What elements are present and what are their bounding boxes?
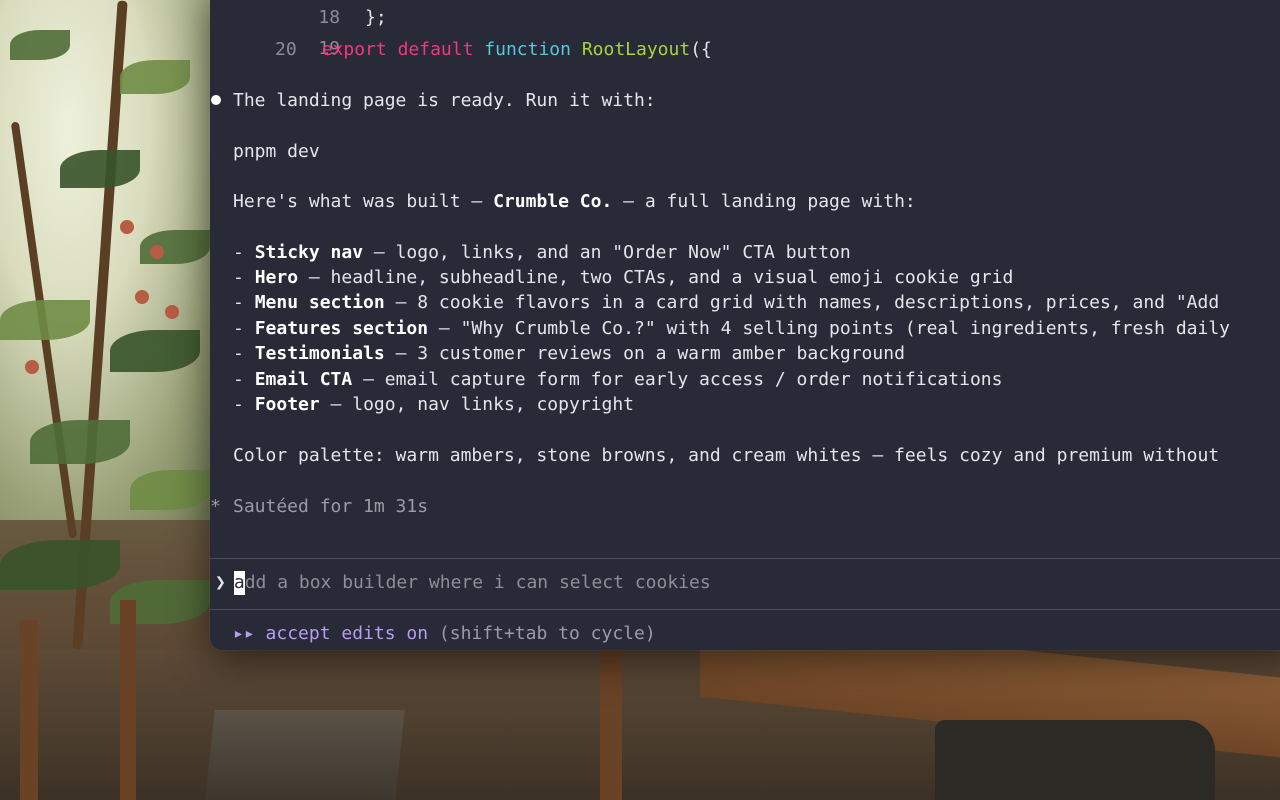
- mode-hint: (shift+tab to cycle): [428, 623, 656, 644]
- list-dash: -: [233, 267, 255, 288]
- wallpaper-leaf: [60, 150, 140, 188]
- wallpaper-leaf: [10, 30, 70, 60]
- list-item-title: Footer: [254, 394, 320, 415]
- built-suffix: — a full landing page with:: [612, 191, 916, 212]
- line-number: 20: [275, 39, 297, 60]
- wallpaper-leaf: [120, 60, 190, 94]
- terminal-window[interactable]: 18}; 19 20 export default function RootLa…: [210, 0, 1280, 650]
- list-item-desc: — email capture form for early access / …: [352, 369, 1003, 390]
- fast-forward-icon: ▸▸: [233, 623, 255, 644]
- wallpaper-leaf: [0, 300, 90, 340]
- list-item: - Hero — headline, subheadline, two CTAs…: [233, 266, 1013, 290]
- keyword-export: export: [321, 39, 387, 60]
- wallpaper-flower: [135, 290, 149, 304]
- list-dash: -: [233, 318, 255, 339]
- message-intro: The landing page is ready. Run it with:: [233, 90, 656, 111]
- wallpaper-leaf: [110, 330, 200, 372]
- built-name: Crumble Co.: [493, 191, 613, 212]
- prompt-input[interactable]: ❯ add a box builder where i can select co…: [215, 571, 711, 595]
- wallpaper-flower: [150, 245, 164, 259]
- status-spinner-icon: *: [210, 496, 221, 517]
- list-item: - Sticky nav — logo, links, and an "Orde…: [233, 241, 851, 265]
- text-cursor: a: [233, 571, 245, 595]
- code-line-18: 18};: [275, 0, 386, 28]
- code-text: };: [365, 7, 387, 28]
- list-item-desc: — logo, links, and an "Order Now" CTA bu…: [363, 242, 851, 263]
- wallpaper-flower: [120, 220, 134, 234]
- list-item: - Email CTA — email capture form for ear…: [233, 368, 1002, 392]
- list-item-desc: — 8 cookie flavors in a card grid with n…: [384, 292, 1220, 313]
- list-dash: -: [233, 292, 255, 313]
- list-item-title: Email CTA: [254, 369, 353, 390]
- wallpaper-leaf: [30, 420, 130, 464]
- wallpaper-leaf: [0, 540, 120, 590]
- input-divider-top: [210, 558, 1280, 559]
- wallpaper-post: [120, 600, 136, 800]
- wallpaper-flower: [25, 360, 39, 374]
- list-dash: -: [233, 242, 255, 263]
- list-item-title: Hero: [254, 267, 299, 288]
- mode-indicator[interactable]: ▸▸ accept edits on (shift+tab to cycle): [233, 622, 656, 646]
- list-item: - Features section — "Why Crumble Co.?" …: [233, 317, 1230, 341]
- wallpaper-post: [20, 620, 38, 800]
- keyword-default: default: [397, 39, 474, 60]
- code-line-19: 19: [275, 13, 340, 59]
- list-item-desc: — "Why Crumble Co.?" with 4 selling poin…: [428, 318, 1231, 339]
- list-dash: -: [233, 369, 255, 390]
- status-text: Sautéed for 1m 31s: [233, 496, 429, 517]
- built-prefix: Here's what was built —: [233, 191, 494, 212]
- list-item-desc: — logo, nav links, copyright: [319, 394, 634, 415]
- list-item-title: Menu section: [254, 292, 385, 313]
- wallpaper-flower: [165, 305, 179, 319]
- wallpaper-bag: [935, 720, 1215, 800]
- input-divider-bottom: [210, 609, 1280, 610]
- list-item-title: Features section: [254, 318, 429, 339]
- list-item: - Footer — logo, nav links, copyright: [233, 393, 634, 417]
- wallpaper-post: [600, 650, 622, 800]
- wallpaper-chair: [205, 710, 405, 800]
- mode-label: accept edits on: [265, 623, 429, 644]
- list-dash: -: [233, 343, 255, 364]
- code-punct: ({: [690, 39, 712, 60]
- list-dash: -: [233, 394, 255, 415]
- message-built: Here's what was built — Crumble Co. — a …: [233, 190, 916, 214]
- prompt-chevron-icon: ❯: [215, 572, 226, 593]
- message-palette: Color palette: warm ambers, stone browns…: [233, 445, 1220, 466]
- function-name: RootLayout: [581, 39, 691, 60]
- list-item-desc: — headline, subheadline, two CTAs, and a…: [298, 267, 1014, 288]
- message-command[interactable]: pnpm dev: [233, 140, 320, 164]
- prompt-text: dd a box builder where i can select cook…: [244, 572, 711, 593]
- list-item: - Testimonials — 3 customer reviews on a…: [233, 342, 905, 366]
- list-item: - Menu section — 8 cookie flavors in a c…: [233, 291, 1219, 315]
- list-item-title: Testimonials: [254, 343, 385, 364]
- message-bullet-icon: [211, 95, 221, 105]
- list-item-title: Sticky nav: [254, 242, 364, 263]
- code-line-20: 20 export default function RootLayout({: [275, 38, 712, 62]
- keyword-function: function: [484, 39, 571, 60]
- list-item-desc: — 3 customer reviews on a warm amber bac…: [384, 343, 905, 364]
- wallpaper-leaf: [130, 470, 210, 510]
